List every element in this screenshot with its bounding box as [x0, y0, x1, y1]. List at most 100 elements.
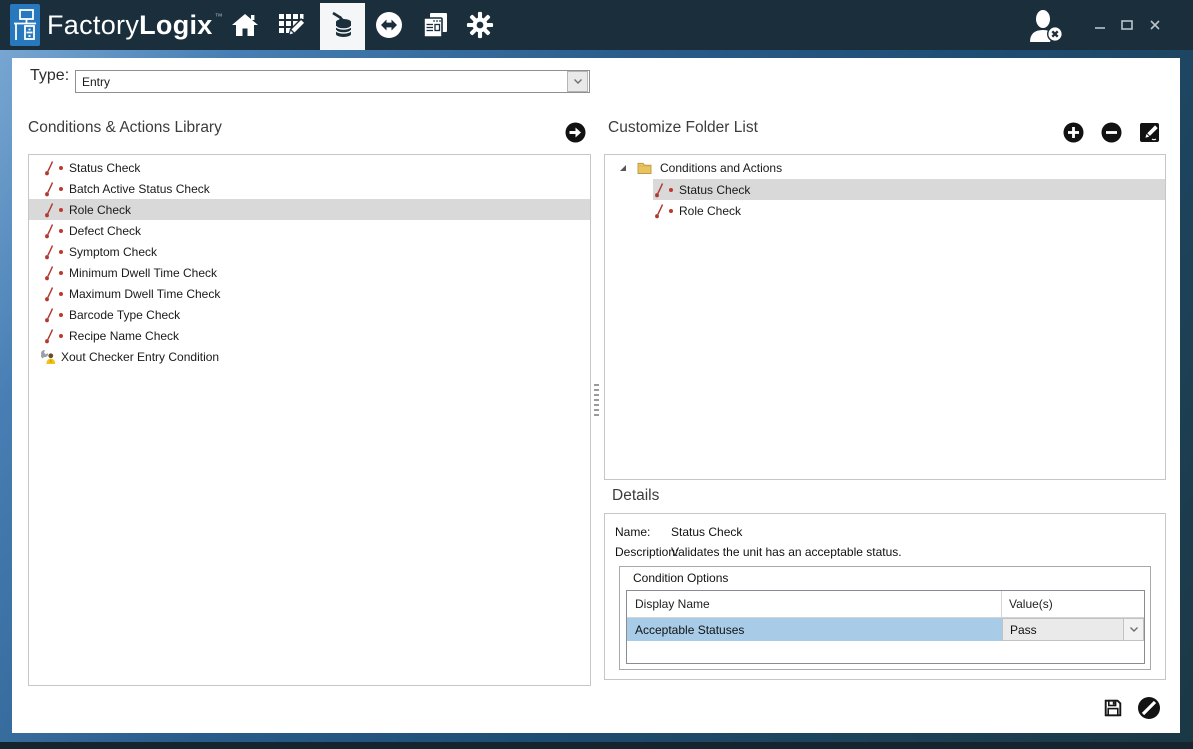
condition-needle-icon: [43, 181, 55, 197]
list-item-label: Barcode Type Check: [69, 308, 180, 322]
type-dropdown-value: Entry: [76, 75, 566, 89]
bullet-icon: [59, 334, 63, 338]
table-header-row: Display Name Value(s): [627, 591, 1144, 618]
library-database-icon[interactable]: [329, 11, 357, 39]
close-button[interactable]: [1147, 17, 1163, 33]
condition-options-table: Display Name Value(s) Acceptable Statuse…: [626, 590, 1145, 664]
name-value: Status Check: [671, 525, 742, 539]
option-value-text: Pass: [1003, 619, 1123, 640]
bullet-icon: [669, 188, 673, 192]
chevron-down-icon[interactable]: [567, 71, 588, 92]
cancel-button[interactable]: [1137, 696, 1161, 725]
type-label: Type:: [30, 67, 69, 85]
home-icon[interactable]: [231, 11, 259, 39]
column-header-display-name: Display Name: [627, 591, 1002, 617]
list-item[interactable]: Status Check: [29, 157, 590, 178]
transfer-arrows-icon[interactable]: [375, 11, 403, 39]
factorylogix-logo-icon: [10, 4, 40, 46]
description-value: Validates the unit has an acceptable sta…: [671, 545, 902, 559]
column-header-values: Value(s): [1002, 597, 1144, 611]
user-logout-icon[interactable]: [1026, 9, 1070, 43]
list-item[interactable]: Defect Check: [29, 220, 590, 241]
tree-item-content[interactable]: Role Check: [653, 200, 1165, 221]
list-item-label: Maximum Dwell Time Check: [69, 287, 220, 301]
list-item-label: Batch Active Status Check: [69, 182, 210, 196]
tree-item-label: Status Check: [679, 183, 750, 197]
list-item-selected[interactable]: Role Check: [29, 199, 590, 220]
tree-item-label: Role Check: [679, 204, 741, 218]
name-label: Name:: [615, 525, 650, 539]
chevron-down-icon[interactable]: [1123, 619, 1143, 640]
settings-gear-icon[interactable]: [466, 11, 494, 39]
list-item[interactable]: Minimum Dwell Time Check: [29, 262, 590, 283]
titlebar: FactoryLogix™: [0, 0, 1193, 50]
expander-expanded-icon[interactable]: [619, 164, 627, 172]
bullet-icon: [59, 208, 63, 212]
bullet-icon: [669, 209, 673, 213]
list-item-label: Role Check: [69, 203, 131, 217]
folder-icon: [637, 161, 652, 175]
remove-folder-item-button[interactable]: [1101, 122, 1122, 143]
condition-options-title: Condition Options: [633, 571, 728, 585]
save-button[interactable]: [1103, 698, 1123, 723]
list-item-label: Status Check: [69, 161, 140, 175]
condition-needle-icon: [43, 160, 55, 176]
minimize-button[interactable]: [1092, 17, 1108, 33]
tree-item-selected[interactable]: Status Check: [653, 179, 1165, 200]
application-window: FactoryLogix™: [0, 0, 1193, 749]
option-value-dropdown[interactable]: Pass: [1002, 618, 1144, 641]
bullet-icon: [59, 313, 63, 317]
list-item-label: Recipe Name Check: [69, 329, 179, 343]
brand-wordmark: FactoryLogix™: [47, 0, 223, 50]
list-item-label: Minimum Dwell Time Check: [69, 266, 217, 280]
list-item-label: Defect Check: [69, 224, 141, 238]
condition-needle-icon: [43, 328, 55, 344]
bullet-icon: [59, 292, 63, 296]
edit-folder-item-button[interactable]: [1139, 122, 1160, 143]
condition-needle-icon: [43, 202, 55, 218]
description-label: Description:: [615, 545, 678, 559]
option-name-cell[interactable]: Acceptable Statuses: [627, 618, 1002, 641]
list-item-label: Symptom Check: [69, 245, 157, 259]
details-panel: Name: Status Check Description: Validate…: [604, 513, 1166, 680]
move-right-button[interactable]: [565, 122, 586, 143]
list-item[interactable]: Symptom Check: [29, 241, 590, 262]
list-item[interactable]: Batch Active Status Check: [29, 178, 590, 199]
list-item[interactable]: Recipe Name Check: [29, 325, 590, 346]
tree-item[interactable]: Role Check: [605, 200, 1165, 221]
condition-needle-icon: [43, 244, 55, 260]
panel-splitter-handle[interactable]: [593, 384, 599, 418]
bullet-icon: [59, 229, 63, 233]
maximize-button[interactable]: [1119, 17, 1135, 33]
bullet-icon: [59, 166, 63, 170]
add-folder-item-button[interactable]: [1063, 122, 1084, 143]
tree-root-label: Conditions and Actions: [660, 161, 782, 175]
window-frame: Type: Entry Conditions & Actions Library…: [0, 50, 1193, 749]
save-floppy-icon: [1103, 698, 1123, 718]
list-item[interactable]: Maximum Dwell Time Check: [29, 283, 590, 304]
condition-needle-icon: [43, 286, 55, 302]
bullet-icon: [59, 271, 63, 275]
details-title: Details: [612, 487, 659, 505]
table-row[interactable]: Acceptable Statuses Pass: [627, 618, 1144, 641]
design-grid-pencil-icon[interactable]: [277, 11, 305, 39]
condition-needle-icon: [43, 223, 55, 239]
customize-folder-tree: Conditions and Actions Status Check Role…: [604, 154, 1166, 480]
condition-needle-icon: [43, 265, 55, 281]
condition-needle-icon: [43, 307, 55, 323]
condition-needle-icon: [653, 182, 665, 198]
folder-panel-title: Customize Folder List: [608, 119, 758, 137]
tree-root-row[interactable]: Conditions and Actions: [605, 157, 1165, 179]
main-content: Type: Entry Conditions & Actions Library…: [12, 58, 1180, 733]
list-item[interactable]: Xout Checker Entry Condition: [29, 346, 590, 367]
condition-options-group: Condition Options Display Name Value(s) …: [619, 566, 1151, 670]
tree-item[interactable]: Status Check: [605, 179, 1165, 200]
cancel-slash-icon: [1137, 696, 1161, 720]
bullet-icon: [59, 187, 63, 191]
person-wrench-icon: [40, 349, 56, 365]
library-panel-title: Conditions & Actions Library: [28, 119, 222, 137]
list-item[interactable]: Barcode Type Check: [29, 304, 590, 325]
type-dropdown[interactable]: Entry: [75, 70, 590, 93]
condition-needle-icon: [653, 203, 665, 219]
reports-documents-icon[interactable]: [421, 11, 449, 39]
